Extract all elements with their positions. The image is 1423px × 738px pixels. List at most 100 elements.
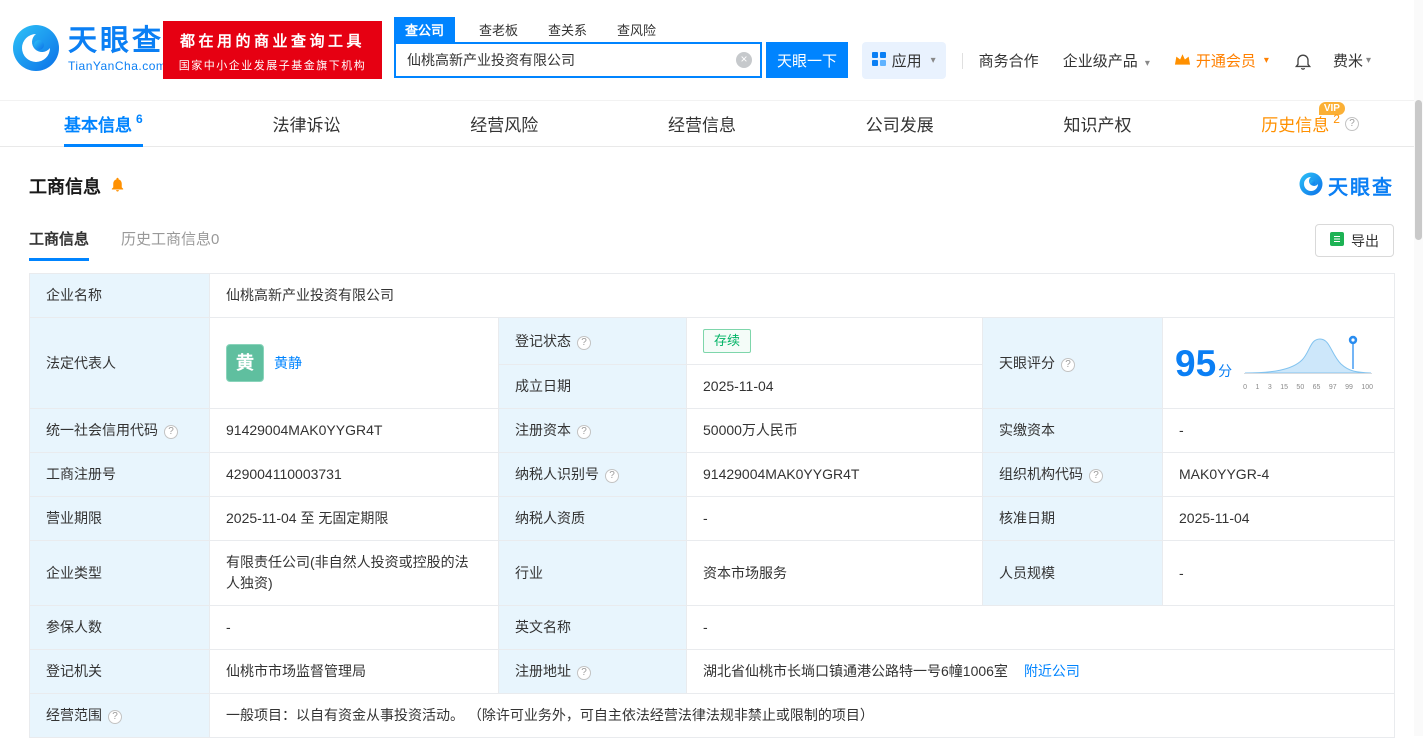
help-icon[interactable]: ? [108, 710, 122, 724]
header: 天眼查 TianYanCha.com 都在用的商业查询工具 国家中小企业发展子基… [0, 0, 1423, 100]
help-icon[interactable]: ? [605, 469, 619, 483]
top-navigation: 应用 ▾ 商务合作 企业级产品 ▾ 开通会员 ▾ 费米 ▾ [862, 42, 1395, 79]
label-text: 注册地址 [515, 663, 571, 679]
search-tab-relation[interactable]: 查关系 [548, 20, 587, 42]
taxpayer-quality-label: 纳税人资质 [499, 497, 687, 541]
tab-operating-risk[interactable]: 经营风险 [470, 101, 538, 146]
alert-bell-icon[interactable] [109, 176, 126, 196]
tab-history-info[interactable]: VIP 历史信息 2 ? [1261, 101, 1359, 146]
tab-label: 基本信息 [64, 111, 132, 136]
reg-capital-value: 50000万人民币 [687, 409, 983, 453]
english-name-value: - [687, 606, 1395, 650]
label-text: 天眼评分 [999, 355, 1055, 371]
tianyancha-logo-icon [12, 24, 60, 75]
search-tab-risk[interactable]: 查风险 [617, 20, 656, 42]
tab-label: 经营风险 [470, 111, 538, 136]
clear-search-icon[interactable]: × [736, 52, 752, 68]
legal-rep-link[interactable]: 黄静 [274, 353, 302, 374]
establish-date-label: 成立日期 [499, 365, 687, 409]
reg-authority-label: 登记机关 [30, 650, 210, 694]
table-row: 工商注册号 429004110003731 纳税人识别号? 91429004MA… [30, 453, 1395, 497]
reg-status-label: 登记状态? [499, 318, 687, 365]
subtabs-row: 工商信息 历史工商信息0 导出 [29, 224, 1394, 261]
tab-operating-info[interactable]: 经营信息 [668, 101, 736, 146]
industry-label: 行业 [499, 541, 687, 606]
subtab-business-info[interactable]: 工商信息 [29, 228, 89, 261]
tab-label: 经营信息 [668, 111, 736, 136]
divider [962, 53, 963, 69]
establish-date-value: 2025-11-04 [687, 365, 983, 409]
business-term-value: 2025-11-04 至 无固定期限 [210, 497, 499, 541]
score-label: 天眼评分? [983, 318, 1163, 409]
tab-intellectual-property[interactable]: 知识产权 [1064, 101, 1132, 146]
score-unit: 分 [1218, 363, 1232, 379]
notification-bell-icon[interactable] [1293, 51, 1313, 71]
apps-menu[interactable]: 应用 ▾ [862, 42, 946, 79]
search-tab-boss[interactable]: 查老板 [479, 20, 518, 42]
insured-count-value: - [210, 606, 499, 650]
search-tab-company[interactable]: 查公司 [394, 17, 455, 42]
table-row: 法定代表人 黄 黄静 登记状态? 存续 天眼评分? [30, 318, 1395, 365]
business-scope-label: 经营范围? [30, 694, 210, 738]
reg-status-value: 存续 [687, 318, 983, 365]
help-icon[interactable]: ? [1061, 358, 1075, 372]
user-menu[interactable]: 费米 ▾ [1333, 50, 1371, 71]
vip-label: 开通会员 [1196, 50, 1256, 71]
brand-domain: TianYanCha.com [68, 59, 166, 73]
business-info-table: 企业名称 仙桃高新产业投资有限公司 法定代表人 黄 黄静 登记状态? 存续 [29, 273, 1395, 738]
tab-count: 2 [1333, 112, 1340, 126]
help-icon[interactable]: ? [1089, 469, 1103, 483]
score-cell: 95分 0131550659799100 [1163, 318, 1395, 409]
main-content: 工商信息 天眼查 工商信息 [0, 171, 1423, 738]
slogan-banner: 都在用的商业查询工具 国家中小企业发展子基金旗下机构 [163, 21, 382, 79]
chevron-down-icon: ▾ [1145, 58, 1150, 69]
help-icon[interactable]: ? [577, 336, 591, 350]
paid-capital-value: - [1163, 409, 1395, 453]
help-icon[interactable]: ? [577, 666, 591, 680]
help-icon[interactable]: ? [1345, 117, 1359, 131]
score-number: 95分 [1175, 345, 1232, 382]
brand-name: 天眼查 [68, 27, 166, 56]
tab-company-development[interactable]: 公司发展 [866, 101, 934, 146]
tab-label: 法律诉讼 [272, 111, 340, 136]
tianyancha-logo[interactable]: 天眼查 TianYanCha.com [12, 24, 166, 75]
apps-label: 应用 [892, 50, 922, 71]
nav-open-vip[interactable]: 开通会员 ▾ [1174, 50, 1269, 71]
tianyancha-logo-icon [1299, 172, 1323, 199]
score-axis: 0131550659799100 [1242, 383, 1374, 394]
label-text: 注册资本 [515, 422, 571, 438]
section-title: 工商信息 [29, 173, 101, 199]
tab-basic-info[interactable]: 基本信息 6 [64, 101, 143, 146]
business-term-label: 营业期限 [30, 497, 210, 541]
export-button[interactable]: 导出 [1315, 224, 1394, 257]
scrollbar-thumb[interactable] [1415, 100, 1422, 240]
nearby-companies-link[interactable]: 附近公司 [1024, 663, 1080, 679]
staff-size-label: 人员规模 [983, 541, 1163, 606]
table-row: 参保人数 - 英文名称 - [30, 606, 1395, 650]
staff-size-value: - [1163, 541, 1395, 606]
paid-capital-label: 实缴资本 [983, 409, 1163, 453]
nav-enterprise[interactable]: 企业级产品 ▾ [1063, 50, 1150, 71]
legal-rep-label: 法定代表人 [30, 318, 210, 409]
vip-badge: VIP [1319, 102, 1345, 115]
table-row: 企业名称 仙桃高新产业投资有限公司 [30, 274, 1395, 318]
org-code-value: MAK0YYGR-4 [1163, 453, 1395, 497]
company-name-value: 仙桃高新产业投资有限公司 [210, 274, 1395, 318]
table-row: 经营范围? 一般项目：以自有资金从事投资活动。 （除许可业务外，可自主依法经营法… [30, 694, 1395, 738]
help-icon[interactable]: ? [577, 425, 591, 439]
help-icon[interactable]: ? [164, 425, 178, 439]
chevron-down-icon: ▾ [931, 55, 936, 66]
search-button[interactable]: 天眼一下 [766, 42, 848, 78]
search-input[interactable] [394, 42, 762, 78]
tab-legal-proceedings[interactable]: 法律诉讼 [272, 101, 340, 146]
watermark-logo: 天眼查 [1299, 171, 1394, 200]
avatar[interactable]: 黄 [226, 344, 264, 382]
reg-address-cell: 湖北省仙桃市长埫口镇通港公路特一号6幢1006室附近公司 [687, 650, 1395, 694]
subtab-history-business-info[interactable]: 历史工商信息0 [121, 228, 219, 261]
watermark-text: 天眼查 [1328, 171, 1394, 200]
table-row: 营业期限 2025-11-04 至 无固定期限 纳税人资质 - 核准日期 202… [30, 497, 1395, 541]
taxpayer-no-label: 纳税人识别号? [499, 453, 687, 497]
nav-cooperation[interactable]: 商务合作 [979, 50, 1039, 71]
scrollbar [1414, 0, 1423, 736]
table-row: 登记机关 仙桃市市场监督管理局 注册地址? 湖北省仙桃市长埫口镇通港公路特一号6… [30, 650, 1395, 694]
